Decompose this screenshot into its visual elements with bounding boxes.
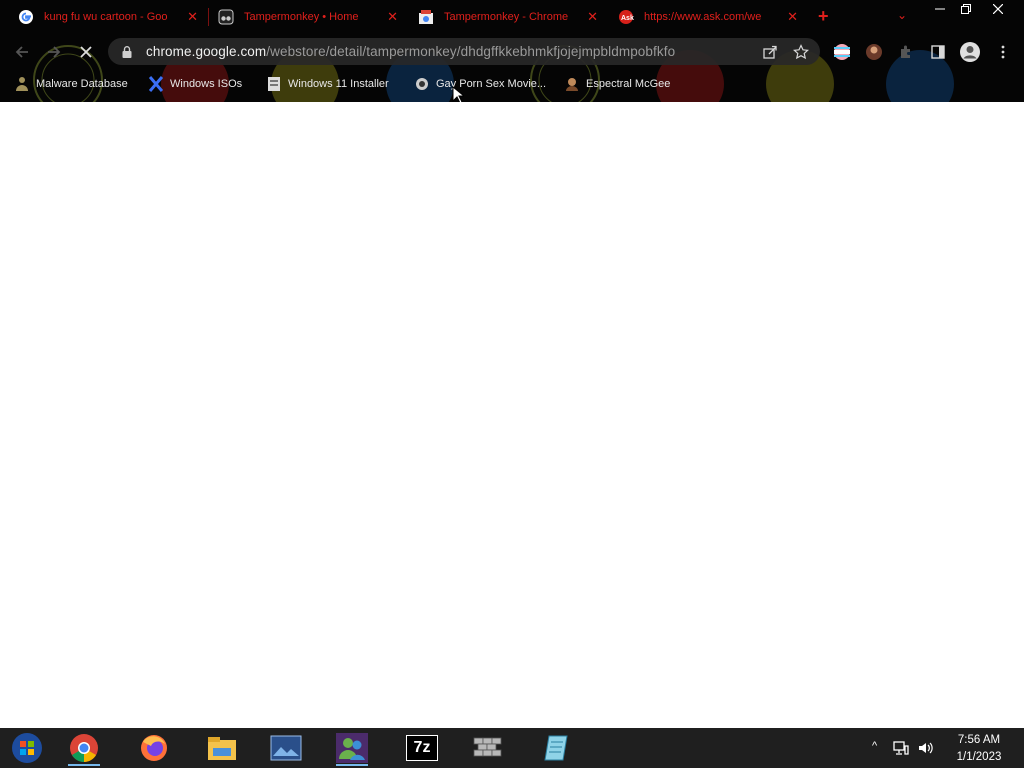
malware-icon xyxy=(14,76,30,92)
tampermonkey-icon xyxy=(218,9,234,25)
taskbar: 7z ^ xyxy=(0,728,1024,768)
forward-arrow-icon xyxy=(48,46,61,58)
chrome-web-store-icon xyxy=(418,9,434,25)
side-panel-icon[interactable] xyxy=(929,43,947,61)
taskbar-messenger[interactable] xyxy=(330,730,374,766)
restore-icon xyxy=(961,4,971,14)
close-tab-icon[interactable]: ✕ xyxy=(587,9,598,25)
tab-3-active[interactable]: Tampermonkey - Chrome ✕ xyxy=(418,4,604,30)
stop-loading-button[interactable] xyxy=(76,42,96,62)
url-text: chrome.google.com/webstore/detail/tamper… xyxy=(146,44,675,59)
site-icon xyxy=(414,76,430,92)
google-g-icon xyxy=(18,9,34,25)
extension-flag-icon[interactable] xyxy=(833,43,851,61)
taskbar-notepad[interactable] xyxy=(534,730,578,766)
back-arrow-icon xyxy=(15,46,28,58)
start-button[interactable] xyxy=(5,730,49,766)
bookmarks-bar: Malware Database Windows ISOs Windows 11… xyxy=(0,72,1024,96)
bookmark-espectral-mcgee[interactable]: Espectral McGee xyxy=(564,76,670,92)
bookmark-label: Malware Database xyxy=(36,78,128,90)
taskbar-photos[interactable] xyxy=(264,730,308,766)
back-button[interactable] xyxy=(12,42,32,62)
address-bar[interactable]: chrome.google.com/webstore/detail/tamper… xyxy=(108,38,820,65)
stop-x-icon xyxy=(80,46,92,58)
network-icon[interactable] xyxy=(893,740,909,759)
close-tab-icon[interactable]: ✕ xyxy=(387,9,398,25)
taskbar-file-explorer[interactable] xyxy=(200,730,244,766)
svg-text:Ask: Ask xyxy=(621,15,634,22)
url-host: chrome.google.com xyxy=(146,44,267,59)
avatar-icon xyxy=(564,76,580,92)
bookmark-malware-database[interactable]: Malware Database xyxy=(14,76,128,92)
tab-4[interactable]: Ask https://www.ask.com/we ✕ xyxy=(618,4,804,30)
taskbar-firefox[interactable] xyxy=(132,730,176,766)
bookmark-site[interactable]: Gay Porn Sex Movie... xyxy=(414,76,546,92)
x-icon xyxy=(148,76,164,92)
wall-icon xyxy=(473,737,502,757)
close-tab-icon[interactable]: ✕ xyxy=(187,9,198,25)
tab-strip: kung fu wu cartoon - Goo ✕ Tampermonkey … xyxy=(0,0,1024,34)
bookmark-label: Windows 11 Installer xyxy=(288,78,389,90)
photos-icon xyxy=(270,735,302,761)
close-tab-icon[interactable]: ✕ xyxy=(787,9,798,25)
messenger-icon xyxy=(336,733,368,763)
lock-icon[interactable] xyxy=(120,45,134,59)
forward-button[interactable] xyxy=(44,42,64,62)
new-tab-button[interactable]: + xyxy=(818,6,829,27)
bookmark-windows-isos[interactable]: Windows ISOs xyxy=(148,76,242,92)
file-explorer-icon xyxy=(208,737,236,760)
clock-time: 7:56 AM xyxy=(957,734,1001,746)
bookmark-label: Espectral McGee xyxy=(586,78,671,90)
taskbar-chrome[interactable] xyxy=(62,730,106,766)
tab-divider xyxy=(208,8,209,26)
7zip-icon: 7z xyxy=(406,735,438,761)
taskbar-7zip[interactable]: 7z xyxy=(400,730,444,766)
firefox-icon xyxy=(141,735,167,761)
chrome-icon xyxy=(70,734,98,762)
minimize-button[interactable] xyxy=(926,0,954,18)
close-window-button[interactable] xyxy=(984,0,1012,18)
menu-kebab-icon[interactable] xyxy=(994,43,1012,61)
profile-avatar-icon[interactable] xyxy=(959,41,981,63)
share-icon[interactable] xyxy=(761,43,779,61)
clock-date: 1/1/2023 xyxy=(956,751,1002,763)
screen: kung fu wu cartoon - Goo ✕ Tampermonkey … xyxy=(0,0,1024,768)
tab-search-chevron-icon[interactable]: ⌄ xyxy=(897,8,907,22)
document-icon xyxy=(266,76,282,92)
tab-1[interactable]: kung fu wu cartoon - Goo ✕ xyxy=(18,4,204,30)
mouse-cursor-icon xyxy=(452,86,464,102)
notepad-icon xyxy=(544,735,568,761)
url-path: /webstore/detail/tampermonkey/dhdgffkkeb… xyxy=(266,44,676,59)
browser-chrome: kung fu wu cartoon - Goo ✕ Tampermonkey … xyxy=(0,0,1024,102)
show-hidden-icons-chevron[interactable]: ^ xyxy=(872,740,877,752)
tab-title: kung fu wu cartoon - Goo xyxy=(44,11,168,23)
start-icon xyxy=(12,733,42,763)
ask-icon: Ask xyxy=(618,9,634,25)
bookmark-windows-11-installer[interactable]: Windows 11 Installer xyxy=(266,76,389,92)
tab-title: Tampermonkey • Home xyxy=(244,11,359,23)
page-content xyxy=(0,102,1024,728)
tab-2[interactable]: Tampermonkey • Home ✕ xyxy=(218,4,404,30)
tab-title: https://www.ask.com/we xyxy=(644,11,762,23)
restore-button[interactable] xyxy=(952,0,980,18)
close-icon xyxy=(993,4,1003,14)
volume-icon[interactable] xyxy=(917,740,933,759)
tab-title: Tampermonkey - Chrome xyxy=(444,11,569,23)
extensions-puzzle-icon[interactable] xyxy=(897,43,915,61)
bookmark-star-icon[interactable] xyxy=(792,43,810,61)
taskbar-wall-app[interactable] xyxy=(466,730,510,766)
minimize-icon xyxy=(935,8,945,10)
7zip-label: 7z xyxy=(413,739,431,756)
extension-avatar-icon[interactable] xyxy=(865,43,883,61)
taskbar-clock[interactable]: 7:56 AM 1/1/2023 xyxy=(944,732,1014,766)
bookmark-label: Windows ISOs xyxy=(170,78,243,90)
